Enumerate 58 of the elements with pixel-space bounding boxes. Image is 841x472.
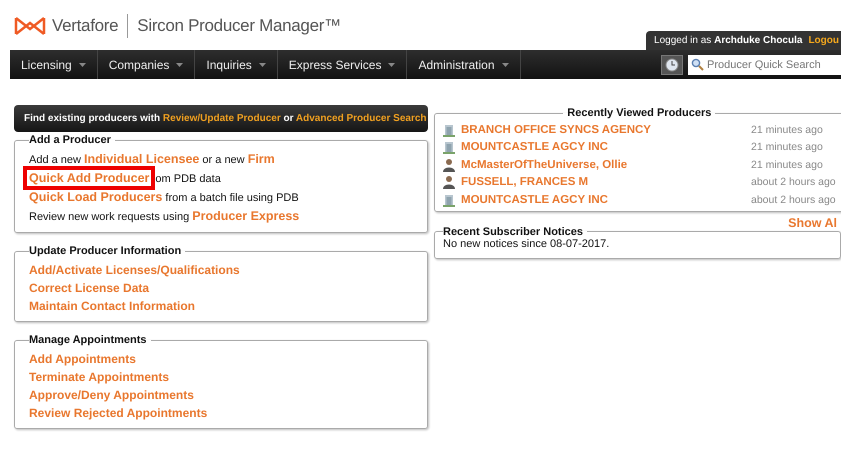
- producer-link[interactable]: FUSSELL, FRANCES M: [461, 176, 751, 188]
- notice-text: No new notices since 08-07-2017.: [443, 238, 610, 250]
- action-link[interactable]: Correct License Data: [29, 281, 150, 295]
- section-title: Update Producer Information: [29, 245, 182, 257]
- viewed-time: 21 minutes ago: [751, 141, 823, 154]
- action-link[interactable]: Quick Load Producers: [29, 190, 162, 204]
- action-link[interactable]: Add/Activate Licenses/Qualifications: [29, 263, 240, 277]
- logout-link[interactable]: Logou: [808, 35, 839, 46]
- section-title: Add a Producer: [29, 134, 112, 146]
- action-sentence: Add a new Individual Licensee or a new Firm: [29, 154, 275, 166]
- login-label: Logged in as Archduke Chocula: [654, 35, 802, 46]
- action-link[interactable]: Approve/Deny Appointments: [29, 388, 194, 402]
- find-text: Find existing producers with Review/Update Producer or Advanced Producer Search: [24, 113, 427, 124]
- show-all-link[interactable]: Show Al: [788, 216, 837, 230]
- logo-icon: [14, 15, 46, 37]
- search-icon: [691, 58, 704, 71]
- notices-title: Recent Subscriber Notices: [443, 226, 584, 238]
- viewed-time: 21 minutes ago: [751, 158, 823, 171]
- nav-menu[interactable]: Inquiries: [195, 50, 278, 79]
- caret-icon: [388, 63, 396, 68]
- action-link[interactable]: Terminate Appointments: [29, 370, 170, 384]
- caret-icon: [78, 63, 86, 68]
- building-icon: [443, 122, 455, 137]
- find-link[interactable]: Review/Update Producer: [162, 113, 281, 124]
- action-link[interactable]: Firm: [248, 152, 275, 166]
- action-link[interactable]: Review Rejected Appointments: [29, 406, 208, 420]
- find-link[interactable]: Advanced Producer Search: [296, 113, 427, 124]
- caret-icon: [502, 63, 508, 68]
- producer-link[interactable]: McMasterOfTheUniverse, Ollie: [461, 158, 751, 171]
- building-icon: [443, 140, 455, 154]
- action-sentence: Quick Load Producers from a batch file using PDB: [29, 192, 299, 204]
- nav-menu[interactable]: Licensing: [10, 50, 98, 79]
- action-link[interactable]: Add Appointments: [29, 352, 136, 366]
- building-icon: [443, 192, 455, 207]
- viewed-time: 21 minutes ago: [751, 124, 823, 136]
- person-icon: [443, 175, 455, 190]
- producer-link[interactable]: MOUNTCASTLE AGCY INC: [461, 194, 751, 206]
- brand-name: Vertafore: [52, 16, 118, 36]
- history-button[interactable]: [661, 54, 683, 74]
- product-name: Sircon Producer Manager™: [137, 16, 341, 36]
- caret-icon: [258, 63, 266, 68]
- viewed-time: about 2 hours ago: [751, 176, 836, 188]
- caret-icon: [176, 63, 184, 68]
- nav-menu[interactable]: Express Services: [278, 50, 408, 79]
- action-link[interactable]: Individual Licensee: [84, 152, 200, 166]
- section-title: Manage Appointments: [29, 334, 148, 346]
- search-field[interactable]: Producer Quick Search: [688, 54, 841, 74]
- action-link[interactable]: Quick Add Producer: [23, 166, 156, 190]
- action-link[interactable]: Maintain Contact Information: [29, 299, 195, 313]
- action-link[interactable]: Producer Express: [192, 209, 300, 223]
- producer-link[interactable]: BRANCH OFFICE SYNCS AGENCY: [461, 124, 751, 136]
- nav-menu[interactable]: Administration: [407, 50, 520, 79]
- person-icon: [443, 158, 455, 172]
- action-sentence: Review new work requests using Producer Express: [29, 211, 300, 223]
- recent-title: Recently Viewed Producers: [566, 107, 712, 119]
- nav-menu[interactable]: Companies: [98, 50, 196, 79]
- producer-link[interactable]: MOUNTCASTLE AGCY INC: [461, 141, 751, 154]
- viewed-time: about 2 hours ago: [751, 194, 836, 206]
